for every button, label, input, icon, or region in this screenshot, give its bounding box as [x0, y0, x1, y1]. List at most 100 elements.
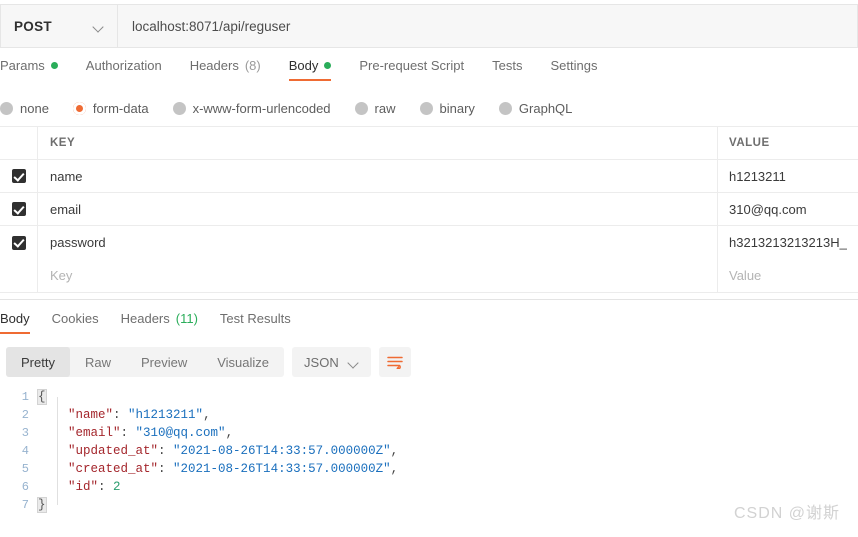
code-token: , — [390, 462, 399, 476]
body-type-raw[interactable]: raw — [354, 100, 396, 116]
tab-label: Body — [288, 58, 319, 73]
view-mode-raw[interactable]: Raw — [70, 347, 126, 377]
response-body-code[interactable]: 1{2 "name": "h1213211", 3 "email": "310@q… — [0, 388, 858, 518]
body-type-radio-group: none form-data x-www-form-urlencoded raw bin… — [0, 96, 858, 120]
body-type-form-data[interactable]: form-data — [72, 101, 149, 116]
response-format-dropdown[interactable]: JSON — [292, 347, 371, 377]
view-mode-visualize[interactable]: Visualize — [202, 347, 284, 377]
section-divider — [0, 299, 858, 300]
row-checkbox-cell — [0, 226, 38, 259]
row-key-input[interactable]: name — [38, 160, 718, 192]
view-mode-pretty[interactable]: Pretty — [6, 347, 70, 377]
request-tab-headers[interactable]: Headers (8) — [190, 58, 261, 81]
code-text: { — [37, 388, 47, 406]
request-tab-body[interactable]: Body — [288, 58, 332, 81]
checkbox-checked-icon[interactable] — [11, 235, 26, 250]
row-checkbox-cell — [0, 193, 38, 225]
tab-label: Headers — [189, 58, 239, 73]
code-token: "created_at" — [68, 462, 159, 476]
view-mode-preview[interactable]: Preview — [126, 347, 202, 377]
checkbox-checked-icon[interactable] — [11, 169, 26, 183]
response-tab-cookies[interactable]: Cookies — [52, 311, 99, 334]
radio-icon — [172, 101, 186, 115]
radio-icon — [72, 101, 86, 115]
row-value-input[interactable]: 310@qq.com — [718, 193, 858, 225]
code-token: : — [98, 480, 114, 494]
request-tab-settings[interactable]: Settings — [550, 58, 597, 81]
new-row-key-input[interactable]: Key — [38, 259, 718, 292]
body-type-x-www-form-urlencoded[interactable]: x-www-form-urlencoded — [172, 101, 331, 116]
new-row-value-input[interactable]: Value — [718, 259, 858, 292]
code-text: "id": 2 — [38, 478, 121, 496]
row-checkbox-cell — [0, 160, 38, 192]
body-type-graphql[interactable]: GraphQL — [498, 101, 572, 116]
header-key-label: KEY — [38, 127, 718, 159]
request-tab-authorization[interactable]: Authorization — [86, 58, 162, 81]
tab-label: Authorization — [85, 58, 162, 73]
row-value-input[interactable]: h1213211 — [718, 160, 858, 192]
radio-icon — [0, 101, 13, 115]
request-url-text: localhost:8071/api/reguser — [132, 18, 291, 34]
code-line: 4 "updated_at": "2021-08-26T14:33:57.000… — [0, 442, 858, 460]
tab-label: Cookies — [51, 311, 99, 326]
request-tab-pre-request-script[interactable]: Pre-request Script — [359, 58, 464, 81]
header-value-label: VALUE — [729, 137, 770, 149]
http-method-selector[interactable]: POST — [0, 4, 117, 48]
response-tab-test-results[interactable]: Test Results — [220, 311, 291, 334]
table-row-new[interactable]: Key Value — [0, 259, 858, 292]
tab-label: Pre-request Script — [359, 58, 465, 73]
view-mode-segmented-control: Pretty Raw Preview Visualize — [6, 347, 285, 377]
radio-label: binary — [439, 100, 475, 116]
row-key-input[interactable]: password — [38, 226, 718, 259]
code-token: , — [225, 426, 234, 440]
tab-count: (8) — [244, 58, 261, 73]
request-tab-tests[interactable]: Tests — [492, 58, 522, 81]
code-token: "h1213211" — [128, 408, 204, 422]
request-tab-params[interactable]: Params — [0, 58, 58, 81]
body-type-none[interactable]: none — [0, 101, 49, 116]
line-number: 4 — [21, 444, 29, 458]
chevron-down-icon — [348, 357, 359, 368]
code-text: "updated_at": "2021-08-26T14:33:57.00000… — [38, 442, 398, 460]
radio-label: none — [20, 100, 49, 116]
word-wrap-icon — [386, 356, 403, 369]
radio-icon — [354, 101, 368, 115]
table-row[interactable]: email 310@qq.com — [0, 193, 858, 226]
code-token: 2 — [113, 480, 121, 494]
response-tab-body[interactable]: Body — [0, 311, 30, 334]
watermark-text: CSDN @谢斯 — [733, 505, 840, 522]
word-wrap-button[interactable] — [378, 347, 411, 377]
tab-label: Params — [0, 58, 45, 73]
line-number: 3 — [21, 426, 29, 440]
header-checkbox-cell — [0, 127, 38, 159]
response-tab-headers[interactable]: Headers (11) — [121, 311, 198, 334]
table-row[interactable]: password h3213213213213H_ — [0, 226, 858, 259]
response-view-bar: Pretty Raw Preview Visualize JSON — [6, 347, 411, 377]
code-line: 6 "id": 2 — [0, 478, 858, 496]
code-line: 2 "name": "h1213211", — [0, 406, 858, 424]
request-url-input[interactable]: localhost:8071/api/reguser — [117, 4, 858, 48]
tab-label: Settings — [550, 58, 598, 73]
table-row[interactable]: name h1213211 — [0, 160, 858, 193]
modified-indicator-dot — [324, 62, 332, 69]
code-line: 3 "email": "310@qq.com", — [0, 424, 858, 442]
body-type-binary[interactable]: binary — [419, 100, 475, 116]
code-token: : — [120, 426, 136, 440]
line-number: 5 — [21, 462, 29, 476]
code-line: 5 "created_at": "2021-08-26T14:33:57.000… — [0, 460, 858, 478]
request-tabs: Params Authorization Headers (8) Body Pre-req… — [0, 58, 858, 86]
checkbox-checked-icon[interactable] — [11, 202, 26, 216]
code-line: 1{ — [0, 388, 858, 406]
radio-icon — [419, 101, 433, 115]
chevron-down-icon — [93, 21, 104, 32]
code-text: "created_at": "2021-08-26T14:33:57.00000… — [38, 460, 398, 478]
code-token: "2021-08-26T14:33:57.000000Z" — [173, 462, 391, 476]
code-token: , — [390, 444, 399, 458]
row-key-input[interactable]: email — [38, 193, 718, 225]
code-line: 7} — [0, 496, 858, 514]
radio-label: raw — [374, 100, 396, 116]
code-token: "email" — [68, 426, 121, 440]
code-token: , — [203, 408, 211, 422]
row-value-input[interactable]: h3213213213213H_ — [718, 226, 858, 259]
